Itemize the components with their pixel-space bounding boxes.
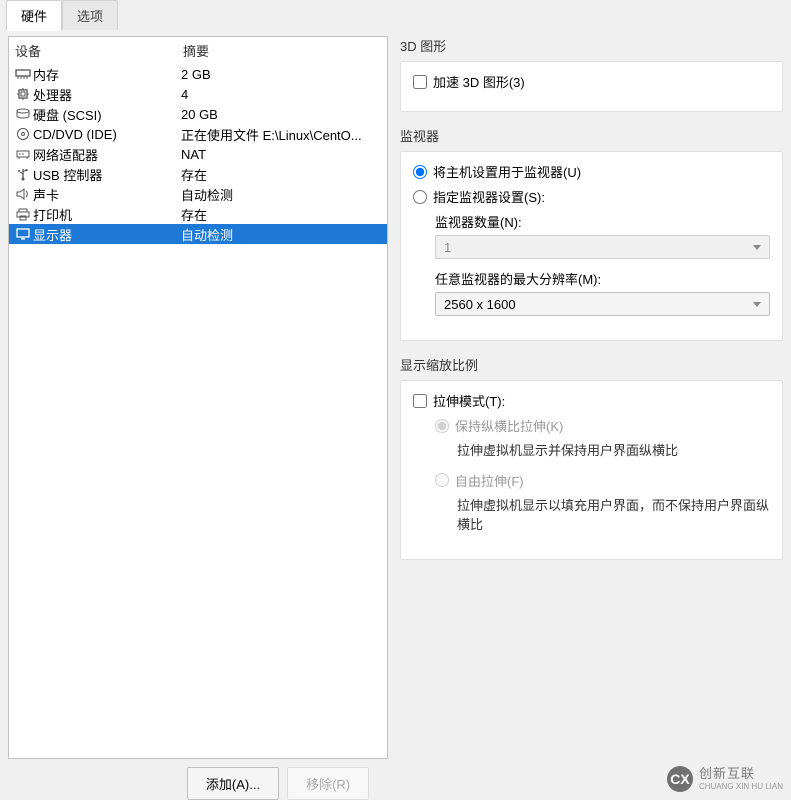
hw-row-display[interactable]: 显示器自动检测 — [9, 224, 387, 244]
free-stretch-radio — [435, 473, 449, 487]
hardware-list: 设备 摘要 内存2 GB处理器4硬盘 (SCSI)20 GBCD/DVD (ID… — [8, 36, 388, 759]
device-name: 硬盘 (SCSI) — [33, 105, 181, 124]
hw-row-printer[interactable]: 打印机存在 — [9, 204, 387, 224]
keep-aspect-label: 保持纵横比拉伸(K) — [455, 416, 563, 435]
device-summary: 自动检测 — [181, 225, 383, 244]
hw-row-memory[interactable]: 内存2 GB — [9, 64, 387, 84]
device-name: 内存 — [33, 65, 181, 84]
device-summary: 存在 — [181, 165, 383, 184]
specify-radio[interactable] — [413, 190, 427, 204]
free-stretch-desc: 拉伸虚拟机显示以填充用户界面，而不保持用户界面纵横比 — [457, 496, 770, 535]
device-summary: 4 — [181, 87, 383, 102]
section-3d-title: 3D 图形 — [400, 36, 783, 55]
device-summary: 20 GB — [181, 107, 383, 122]
device-summary: 2 GB — [181, 67, 383, 82]
tabs-bar: 硬件 选项 — [0, 0, 791, 30]
add-button[interactable]: 添加(A)... — [187, 767, 279, 800]
monitor-count-select: 1 — [435, 235, 770, 259]
sound-icon — [13, 187, 33, 201]
watermark: CX 创新互联 CHUANG XIN HU LIAN — [667, 766, 783, 792]
section-monitor-title: 监视器 — [400, 126, 783, 145]
hw-row-cpu[interactable]: 处理器4 — [9, 84, 387, 104]
use-host-radio[interactable] — [413, 165, 427, 179]
stretch-mode-label: 拉伸模式(T): — [433, 391, 505, 410]
section-scale: 拉伸模式(T): 保持纵横比拉伸(K) 拉伸虚拟机显示并保持用户界面纵横比 自由… — [400, 380, 783, 560]
hw-row-cd[interactable]: CD/DVD (IDE)正在使用文件 E:\Linux\CentO... — [9, 124, 387, 144]
stretch-mode-checkbox[interactable] — [413, 394, 427, 408]
cpu-icon — [13, 87, 33, 101]
device-summary: 自动检测 — [181, 185, 383, 204]
monitor-count-value: 1 — [444, 240, 451, 255]
max-res-label: 任意监视器的最大分辨率(M): — [435, 269, 770, 288]
device-name: USB 控制器 — [33, 165, 181, 184]
disk-icon — [13, 107, 33, 121]
net-icon — [13, 147, 33, 161]
hw-row-net[interactable]: 网络适配器NAT — [9, 144, 387, 164]
device-name: 显示器 — [33, 225, 181, 244]
free-stretch-label: 自由拉伸(F) — [455, 471, 524, 490]
device-summary: 存在 — [181, 205, 383, 224]
monitor-count-label: 监视器数量(N): — [435, 212, 770, 231]
display-icon — [13, 227, 33, 241]
keep-aspect-radio — [435, 419, 449, 433]
device-name: 网络适配器 — [33, 145, 181, 164]
use-host-label: 将主机设置用于监视器(U) — [433, 162, 581, 181]
accelerate-3d-label: 加速 3D 图形(3) — [433, 72, 525, 91]
tab-hardware[interactable]: 硬件 — [6, 0, 62, 31]
device-name: 处理器 — [33, 85, 181, 104]
device-name: 声卡 — [33, 185, 181, 204]
memory-icon — [13, 67, 33, 81]
hw-row-disk[interactable]: 硬盘 (SCSI)20 GB — [9, 104, 387, 124]
device-summary: 正在使用文件 E:\Linux\CentO... — [181, 125, 383, 144]
printer-icon — [13, 207, 33, 221]
watermark-en: CHUANG XIN HU LIAN — [699, 782, 783, 792]
usb-icon — [13, 167, 33, 181]
section-scale-title: 显示缩放比例 — [400, 355, 783, 374]
device-summary: NAT — [181, 147, 383, 162]
max-res-value: 2560 x 1600 — [444, 297, 516, 312]
specify-label: 指定监视器设置(S): — [433, 187, 545, 206]
hardware-panel: 设备 摘要 内存2 GB处理器4硬盘 (SCSI)20 GBCD/DVD (ID… — [8, 30, 388, 800]
hardware-buttons: 添加(A)... 移除(R) — [168, 759, 388, 800]
col-device-header: 设备 — [15, 41, 183, 60]
max-res-select[interactable]: 2560 x 1600 — [435, 292, 770, 316]
cd-icon — [13, 127, 33, 141]
watermark-cn: 创新互联 — [699, 766, 783, 782]
section-3d: 加速 3D 图形(3) — [400, 61, 783, 112]
tab-options[interactable]: 选项 — [62, 0, 118, 30]
watermark-logo: CX — [667, 766, 693, 792]
keep-aspect-desc: 拉伸虚拟机显示并保持用户界面纵横比 — [457, 441, 770, 461]
remove-button: 移除(R) — [287, 767, 369, 800]
device-name: 打印机 — [33, 205, 181, 224]
device-name: CD/DVD (IDE) — [33, 127, 181, 142]
hw-row-usb[interactable]: USB 控制器存在 — [9, 164, 387, 184]
col-summary-header: 摘要 — [183, 41, 381, 60]
accelerate-3d-checkbox[interactable] — [413, 75, 427, 89]
section-monitor: 将主机设置用于监视器(U) 指定监视器设置(S): 监视器数量(N): 1 任意… — [400, 151, 783, 341]
settings-panel: 3D 图形 加速 3D 图形(3) 监视器 将主机设置用于监视器(U) 指定监视… — [400, 30, 783, 800]
hw-row-sound[interactable]: 声卡自动检测 — [9, 184, 387, 204]
